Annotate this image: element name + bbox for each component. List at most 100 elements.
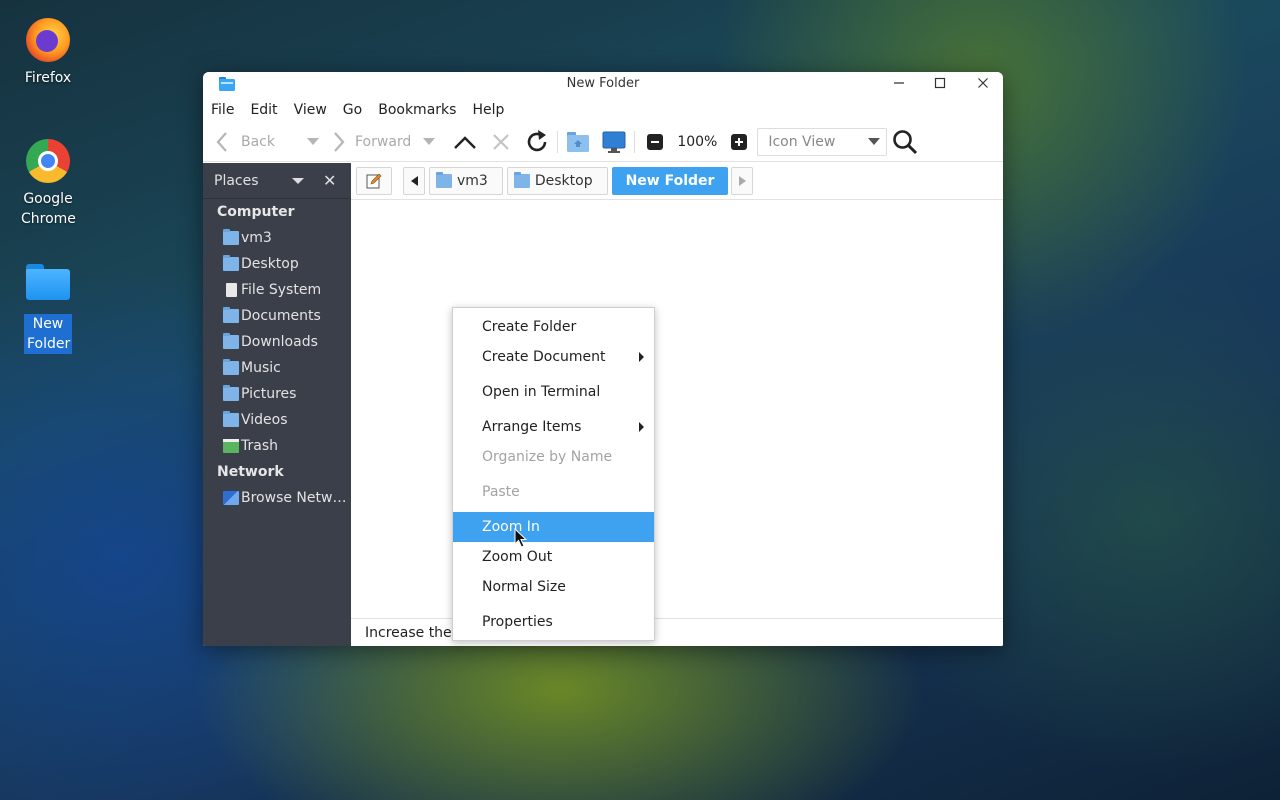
sidebar-item-pictures[interactable]: Pictures [203,381,351,407]
desktop-icon-label: New Folder [24,314,72,354]
desktop-icon-firefox[interactable]: Firefox [8,18,88,88]
menu-item-properties[interactable]: Properties [453,607,654,637]
zoom-level: 100% [677,133,718,150]
chevron-right-icon [738,176,746,186]
desktop-folder-icon [223,255,239,271]
sidebar-item-downloads[interactable]: Downloads [203,329,351,355]
menu-view[interactable]: View [294,102,327,118]
folder-icon [26,264,70,308]
sidebar-item-browse-network[interactable]: Browse Netw… [203,485,351,511]
view-mode-value: Icon View [768,133,836,150]
menu-item-zoom-in[interactable]: Zoom In [453,512,654,542]
forward-button[interactable]: Forward [329,126,411,158]
zoom-in-button[interactable] [725,128,753,156]
menu-go[interactable]: Go [343,102,362,118]
sidebar-item-vm3[interactable]: vm3 [203,225,351,251]
breadcrumb-new-folder[interactable]: New Folder [611,167,729,195]
pencil-icon [366,173,382,189]
minus-icon [647,133,664,150]
sidebar-item-desktop[interactable]: Desktop [203,251,351,277]
edit-location-button[interactable] [356,167,392,195]
path-scroll-left-button[interactable] [403,167,425,195]
sidebar-group-computer: Computer [217,204,295,220]
sidebar-close-button[interactable]: ✕ [323,171,336,190]
home-folder-icon [436,172,452,188]
menu-item-paste[interactable]: Paste [453,477,654,507]
sidebar-header: Places ✕ [203,163,351,199]
chevron-up-icon [454,135,477,149]
up-button[interactable] [451,128,479,156]
chevron-down-icon [307,137,319,145]
menu-item-create-folder[interactable]: Create Folder [453,312,654,342]
desktop-icon-label: Firefox [24,70,72,86]
downloads-folder-icon [223,333,239,349]
close-icon [978,78,988,88]
computer-icon [602,131,626,153]
sidebar-item-documents[interactable]: Documents [203,303,351,329]
forward-label: Forward [355,133,412,150]
chevron-down-icon [868,137,881,145]
search-icon [893,129,918,154]
back-arrow-icon [216,131,227,152]
sidebar-item-music[interactable]: Music [203,355,351,381]
trash-icon [223,439,239,453]
chevron-left-icon [410,176,418,186]
toolbar: Back Forward 100% Icon View [203,122,1003,162]
toolbar-separator [634,130,636,153]
back-history-dropdown[interactable] [299,128,327,156]
back-label: Back [241,133,275,150]
menu-item-open-in-terminal[interactable]: Open in Terminal [453,377,654,407]
toolbar-separator [557,130,559,153]
sidebar-mode-dropdown[interactable] [292,178,304,184]
videos-folder-icon [223,411,239,427]
back-button[interactable]: Back [213,126,275,158]
view-mode-select[interactable]: Icon View [757,127,888,156]
home-folder-icon [567,131,590,152]
chevron-down-icon [423,137,436,145]
documents-folder-icon [223,307,239,323]
path-scroll-right-button[interactable] [731,167,754,195]
status-bar: Increase the [351,618,1003,646]
menu-file[interactable]: File [211,102,234,118]
breadcrumb-vm3[interactable]: vm3 [429,167,503,195]
menu-help[interactable]: Help [472,102,504,118]
menu-edit[interactable]: Edit [250,102,277,118]
window-title: New Folder [566,76,640,91]
maximize-button[interactable] [927,74,953,96]
computer-button[interactable] [600,128,628,156]
search-button[interactable] [891,128,919,156]
desktop-icon-label: Google Chrome [21,191,76,227]
sidebar-item-file-system[interactable]: File System [203,277,351,303]
desktop-icon-new-folder[interactable]: New Folder [8,264,88,354]
folder-view[interactable]: vm3 Desktop New Folder Increase the [351,163,1003,646]
stop-button[interactable] [487,128,515,156]
sidebar-item-videos[interactable]: Videos [203,407,351,433]
zoom-out-button[interactable] [641,128,669,156]
menu-bar: File Edit View Go Bookmarks Help [203,98,1003,122]
chrome-icon [26,139,70,183]
home-button[interactable] [564,128,592,156]
menu-item-arrange-items[interactable]: Arrange Items [453,412,654,442]
close-button[interactable] [970,74,996,96]
menu-item-organize-by-name[interactable]: Organize by Name [453,442,654,472]
submenu-arrow-icon [639,422,644,432]
reload-button[interactable] [523,128,551,156]
sidebar-group-network: Network [217,464,284,480]
sidebar-item-trash[interactable]: Trash [203,433,351,459]
desktop-icon-chrome[interactable]: Google Chrome [8,139,88,229]
network-icon [223,491,239,505]
title-bar[interactable]: New Folder [203,72,1003,98]
sidebar-title: Places [214,172,259,189]
breadcrumb-desktop[interactable]: Desktop [506,167,608,195]
menu-item-zoom-out[interactable]: Zoom Out [453,542,654,572]
forward-history-dropdown[interactable] [415,128,443,156]
minimize-icon [894,82,904,84]
stop-icon [493,133,510,150]
home-folder-icon [223,229,239,245]
menu-item-normal-size[interactable]: Normal Size [453,572,654,602]
menu-item-create-document[interactable]: Create Document [453,342,654,372]
menu-bookmarks[interactable]: Bookmarks [378,102,456,118]
firefox-icon [26,18,70,62]
mouse-cursor-icon [514,528,528,548]
minimize-button[interactable] [886,74,912,96]
